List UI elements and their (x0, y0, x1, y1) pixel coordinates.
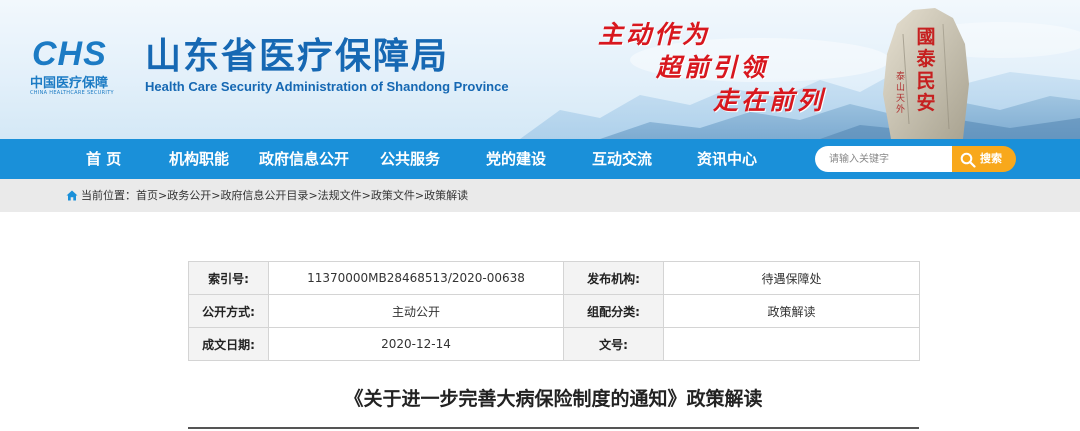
written-date-value: 2020-12-14 (268, 327, 564, 361)
site-logo[interactable]: CHS 中国医疗保障 CHINA HEALTHCARE SECURITY (30, 35, 125, 98)
breadcrumb-separator: > (211, 189, 221, 202)
disclosure-method-value: 主动公开 (268, 294, 564, 328)
publisher-label: 发布机构: (563, 261, 664, 295)
slogan-line-3: 走在前列 (713, 86, 826, 115)
site-title-english: Health Care Security Administration of S… (145, 79, 509, 94)
rock-small-inscription: 泰山天外 (896, 72, 906, 115)
logo-english-text: CHINA HEALTHCARE SECURITY (30, 90, 114, 96)
article-title: 《关于进一步完善大病保险制度的通知》政策解读 (344, 388, 763, 410)
breadcrumb-separator: > (361, 189, 371, 202)
document-number-label: 文号: (563, 327, 664, 361)
logo-mark: CHS (32, 35, 107, 73)
document-info-table: 索引号: 11370000MB28468513/2020-00638 发布机构:… (188, 261, 920, 361)
table-row: 公开方式: 主动公开 组配分类: 政策解读 (188, 294, 920, 328)
written-date-label: 成文日期: (188, 327, 269, 361)
site-header: CHS 中国医疗保障 CHINA HEALTHCARE SECURITY 山东省… (0, 0, 1080, 139)
index-number-value: 11370000MB28468513/2020-00638 (268, 261, 564, 295)
search-button[interactable]: 搜索 (952, 146, 1016, 172)
home-icon (66, 190, 78, 201)
breadcrumb-separator: > (158, 189, 168, 202)
nav-home[interactable]: 首 页 (86, 139, 121, 179)
nav-organization[interactable]: 机构职能 (169, 139, 229, 179)
site-title-chinese: 山东省医疗保障局 (145, 36, 450, 77)
breadcrumb-separator: > (414, 189, 425, 202)
slogan-line-1: 主动作为 (598, 20, 711, 49)
slogan-line-2: 超前引领 (656, 53, 769, 82)
nav-interaction[interactable]: 互动交流 (592, 139, 652, 179)
breadcrumb-regulations[interactable]: 法规文件 (318, 179, 362, 212)
logo-chinese-text: 中国医疗保障 (30, 76, 109, 91)
title-divider (188, 427, 919, 429)
breadcrumb: 当前位置： 首页 > 政务公开 > 政府信息公开目录 > 法规文件 > 政策文件… (81, 179, 468, 212)
rock-inscription: 國泰民安 (916, 26, 936, 114)
category-label: 组配分类: (563, 294, 664, 328)
search-input[interactable] (815, 146, 953, 172)
breadcrumb-gov-affairs[interactable]: 政务公开 (167, 179, 211, 212)
table-row: 索引号: 11370000MB28468513/2020-00638 发布机构:… (188, 261, 920, 295)
table-row: 成文日期: 2020-12-14 文号: (188, 327, 920, 361)
breadcrumb-home[interactable]: 首页 (136, 179, 158, 212)
search-icon (960, 152, 976, 168)
breadcrumb-info-catalog[interactable]: 政府信息公开目录 (220, 179, 308, 212)
publisher-value: 待遇保障处 (663, 261, 920, 295)
breadcrumb-policy-docs[interactable]: 政策文件 (371, 179, 415, 212)
nav-public-services[interactable]: 公共服务 (380, 139, 440, 179)
index-number-label: 索引号: (188, 261, 269, 295)
search-button-label: 搜索 (980, 152, 1002, 165)
nav-party-building[interactable]: 党的建设 (486, 139, 546, 179)
breadcrumb-label: 当前位置： (81, 189, 136, 202)
breadcrumb-policy-interpretation[interactable]: 政策解读 (424, 179, 468, 212)
nav-gov-info-disclosure[interactable]: 政府信息公开 (259, 139, 349, 179)
category-value: 政策解读 (663, 294, 920, 328)
breadcrumb-separator: > (308, 189, 318, 202)
document-number-value (663, 327, 920, 361)
nav-news-center[interactable]: 资讯中心 (697, 139, 757, 179)
disclosure-method-label: 公开方式: (188, 294, 269, 328)
